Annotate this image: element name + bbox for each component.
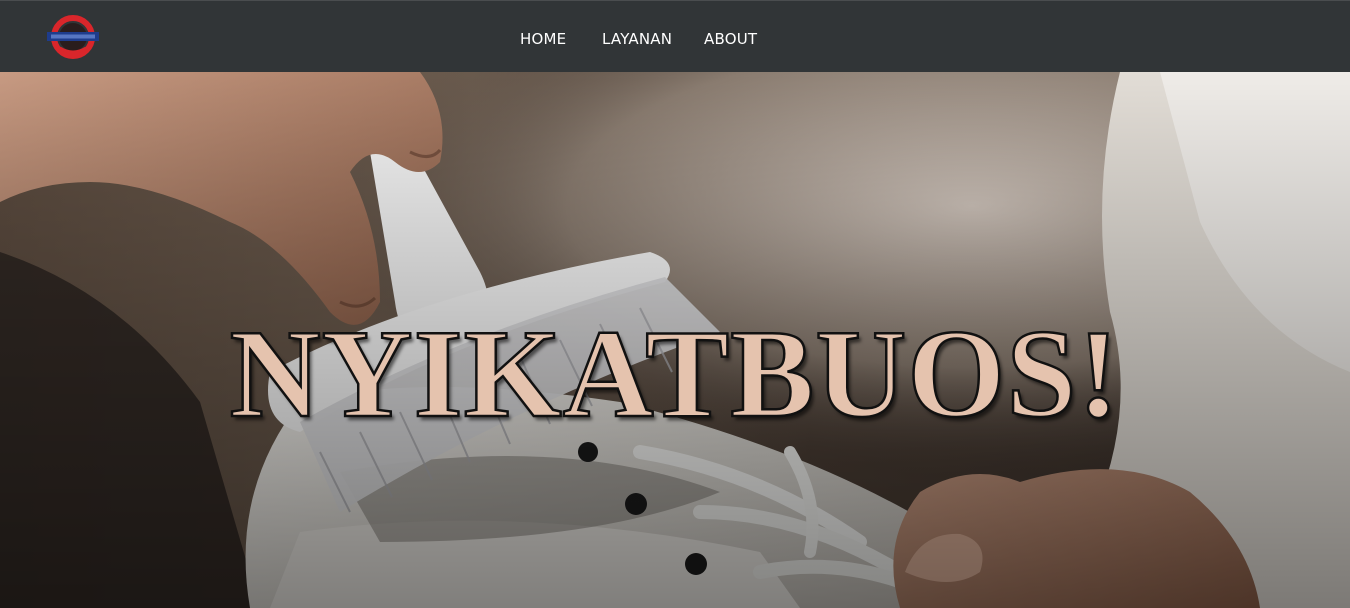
hero-section: NYIKATBUOS! [0, 72, 1350, 608]
main-nav: HOME LAYANAN ABOUT [0, 1, 1350, 73]
navbar: HOME LAYANAN ABOUT [0, 0, 1350, 72]
nav-layanan-link[interactable]: LAYANAN [602, 30, 672, 48]
hero-title: NYIKATBUOS! [228, 305, 1121, 444]
nav-home-link[interactable]: HOME [520, 30, 566, 48]
nav-about-link[interactable]: ABOUT [704, 30, 757, 48]
